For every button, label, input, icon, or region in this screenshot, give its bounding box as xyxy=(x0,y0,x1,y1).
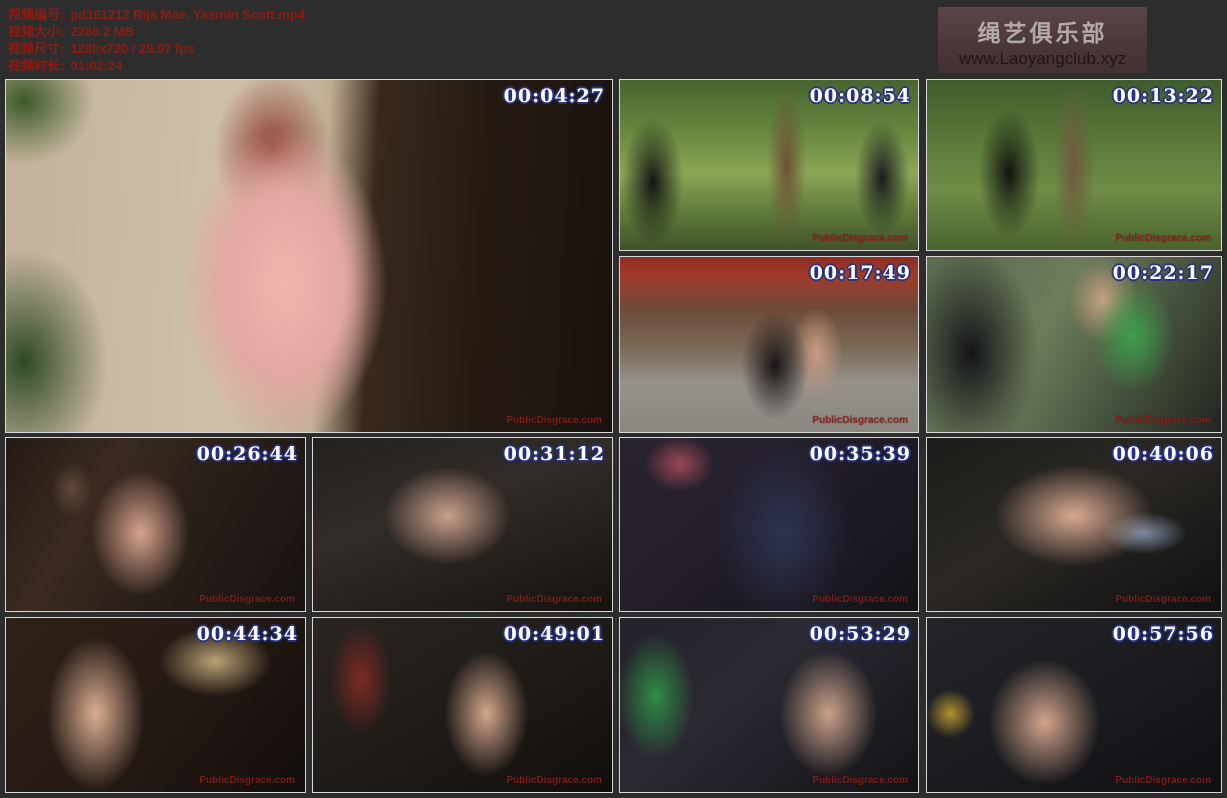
studio-watermark: PublicDisgrace.com xyxy=(812,594,908,605)
video-thumbnail: 00:44:34 PublicDisgrace.com xyxy=(5,617,306,793)
video-thumbnail-large: 00:04:27 PublicDisgrace.com xyxy=(5,79,613,433)
video-thumbnail: 00:49:01 PublicDisgrace.com xyxy=(312,617,613,793)
video-thumbnail: 00:35:39 PublicDisgrace.com xyxy=(619,437,919,612)
timestamp-overlay: 00:22:17 xyxy=(1113,262,1214,284)
meta-line-filename: 视频编号: pd161212 Rija Mae, Yasmin Scott.mp4 xyxy=(8,6,305,23)
meta-label: 视频编号: xyxy=(8,7,64,22)
studio-watermark: PublicDisgrace.com xyxy=(1115,233,1211,244)
timestamp-overlay: 00:35:39 xyxy=(810,443,911,465)
studio-watermark: PublicDisgrace.com xyxy=(506,775,602,786)
studio-watermark: PublicDisgrace.com xyxy=(1115,775,1211,786)
studio-watermark: PublicDisgrace.com xyxy=(1115,415,1211,426)
timestamp-overlay: 00:26:44 xyxy=(197,443,298,465)
timestamp-overlay: 00:57:56 xyxy=(1113,623,1214,645)
timestamp-overlay: 00:13:22 xyxy=(1113,85,1214,107)
meta-line-resolution: 视频尺寸: 1280x720 / 29.97 fps xyxy=(8,40,305,57)
video-thumbnail: 00:13:22 PublicDisgrace.com xyxy=(926,79,1222,251)
meta-line-filesize: 视频大小: 2286.2 MB xyxy=(8,23,305,40)
timestamp-overlay: 00:31:12 xyxy=(504,443,605,465)
timestamp-overlay: 00:17:49 xyxy=(810,262,911,284)
video-metadata: 视频编号: pd161212 Rija Mae, Yasmin Scott.mp4… xyxy=(8,6,305,74)
timestamp-overlay: 00:49:01 xyxy=(504,623,605,645)
video-thumbnail: 00:53:29 PublicDisgrace.com xyxy=(619,617,919,793)
video-thumbnail: 00:22:17 PublicDisgrace.com xyxy=(926,256,1222,433)
meta-label: 视频时长: xyxy=(8,58,64,73)
meta-value: 1280x720 / 29.97 fps xyxy=(70,41,194,56)
site-watermark-banner: 绳艺俱乐部 www.Laoyangclub.xyz xyxy=(938,7,1147,73)
video-thumbnail: 00:08:54 PublicDisgrace.com xyxy=(619,79,919,251)
studio-watermark: PublicDisgrace.com xyxy=(812,233,908,244)
studio-watermark: PublicDisgrace.com xyxy=(812,415,908,426)
timestamp-overlay: 00:40:06 xyxy=(1113,443,1214,465)
studio-watermark: PublicDisgrace.com xyxy=(199,775,295,786)
header-bar: 视频编号: pd161212 Rija Mae, Yasmin Scott.mp4… xyxy=(0,0,1227,79)
video-thumbnail: 00:26:44 PublicDisgrace.com xyxy=(5,437,306,612)
meta-value: 2286.2 MB xyxy=(70,24,134,39)
studio-watermark: PublicDisgrace.com xyxy=(506,415,602,426)
timestamp-overlay: 00:53:29 xyxy=(810,623,911,645)
meta-label: 视频尺寸: xyxy=(8,41,64,56)
video-thumbnail: 00:17:49 PublicDisgrace.com xyxy=(619,256,919,433)
timestamp-overlay: 00:08:54 xyxy=(810,85,911,107)
studio-watermark: PublicDisgrace.com xyxy=(1115,594,1211,605)
studio-watermark: PublicDisgrace.com xyxy=(506,594,602,605)
timestamp-overlay: 00:04:27 xyxy=(504,85,605,107)
studio-watermark: PublicDisgrace.com xyxy=(199,594,295,605)
banner-url: www.Laoyangclub.xyz xyxy=(938,49,1147,69)
thumbnail-image-placeholder xyxy=(6,80,612,432)
timestamp-overlay: 00:44:34 xyxy=(197,623,298,645)
video-thumbnail: 00:40:06 PublicDisgrace.com xyxy=(926,437,1222,612)
video-thumbnail: 00:57:56 PublicDisgrace.com xyxy=(926,617,1222,793)
video-thumbnail: 00:31:12 PublicDisgrace.com xyxy=(312,437,613,612)
meta-line-duration: 视频时长: 01:02:24 xyxy=(8,57,305,74)
banner-title: 绳艺俱乐部 xyxy=(938,14,1147,48)
meta-label: 视频大小: xyxy=(8,24,64,39)
studio-watermark: PublicDisgrace.com xyxy=(812,775,908,786)
meta-value: pd161212 Rija Mae, Yasmin Scott.mp4 xyxy=(70,7,305,22)
meta-value: 01:02:24 xyxy=(70,58,122,73)
